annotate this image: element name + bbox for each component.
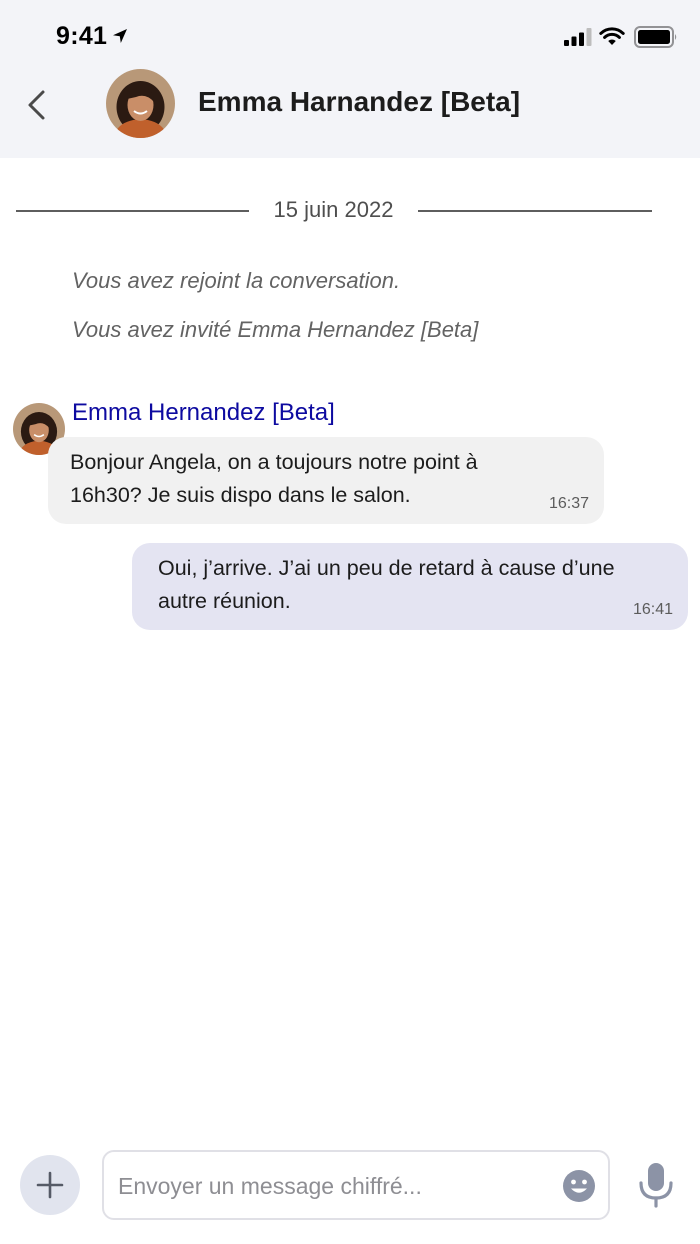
status-bar-time: 9:41 <box>56 22 108 50</box>
outgoing-message-bubble[interactable]: Oui, j’arrive. J’ai un peu de retard à c… <box>132 543 688 630</box>
message-composer <box>102 1150 610 1220</box>
avatar-photo <box>106 69 175 138</box>
incoming-message-bubble[interactable]: Bonjour Angela, on a toujours notre poin… <box>48 437 604 524</box>
system-message: Vous avez invité Emma Hernandez [Beta] <box>72 317 479 342</box>
wifi-icon <box>599 27 625 45</box>
message-timestamp: 16:41 <box>632 601 673 618</box>
message-text: Oui, j’arrive. J’ai un peu de retard à c… <box>158 556 615 613</box>
location-arrow-icon <box>113 29 127 43</box>
contact-name[interactable]: Emma Harnandez [Beta] <box>198 86 520 118</box>
chevron-left-icon[interactable] <box>24 88 50 122</box>
conversation-header: 9:41 Emma Harnandez [Beta] <box>0 0 700 158</box>
cellular-signal-icon <box>564 28 592 46</box>
message-timestamp: 16:37 <box>548 495 589 512</box>
message-text: Bonjour Angela, on a toujours notre poin… <box>70 450 478 507</box>
date-divider-line <box>16 210 249 212</box>
message-sender-name[interactable]: Emma Hernandez [Beta] <box>72 399 335 427</box>
battery-icon <box>634 26 677 48</box>
emoji-icon[interactable] <box>562 1169 596 1203</box>
date-divider-line <box>418 210 652 212</box>
date-label: 15 juin 2022 <box>273 197 394 222</box>
message-input[interactable] <box>118 1169 548 1203</box>
plus-icon <box>36 1171 64 1199</box>
contact-avatar[interactable] <box>106 69 175 138</box>
date-separator: 15 juin 2022 <box>16 196 652 226</box>
system-message: Vous avez rejoint la conversation. <box>72 268 401 293</box>
microphone-icon[interactable] <box>637 1162 675 1208</box>
add-attachment-button[interactable] <box>20 1155 80 1215</box>
